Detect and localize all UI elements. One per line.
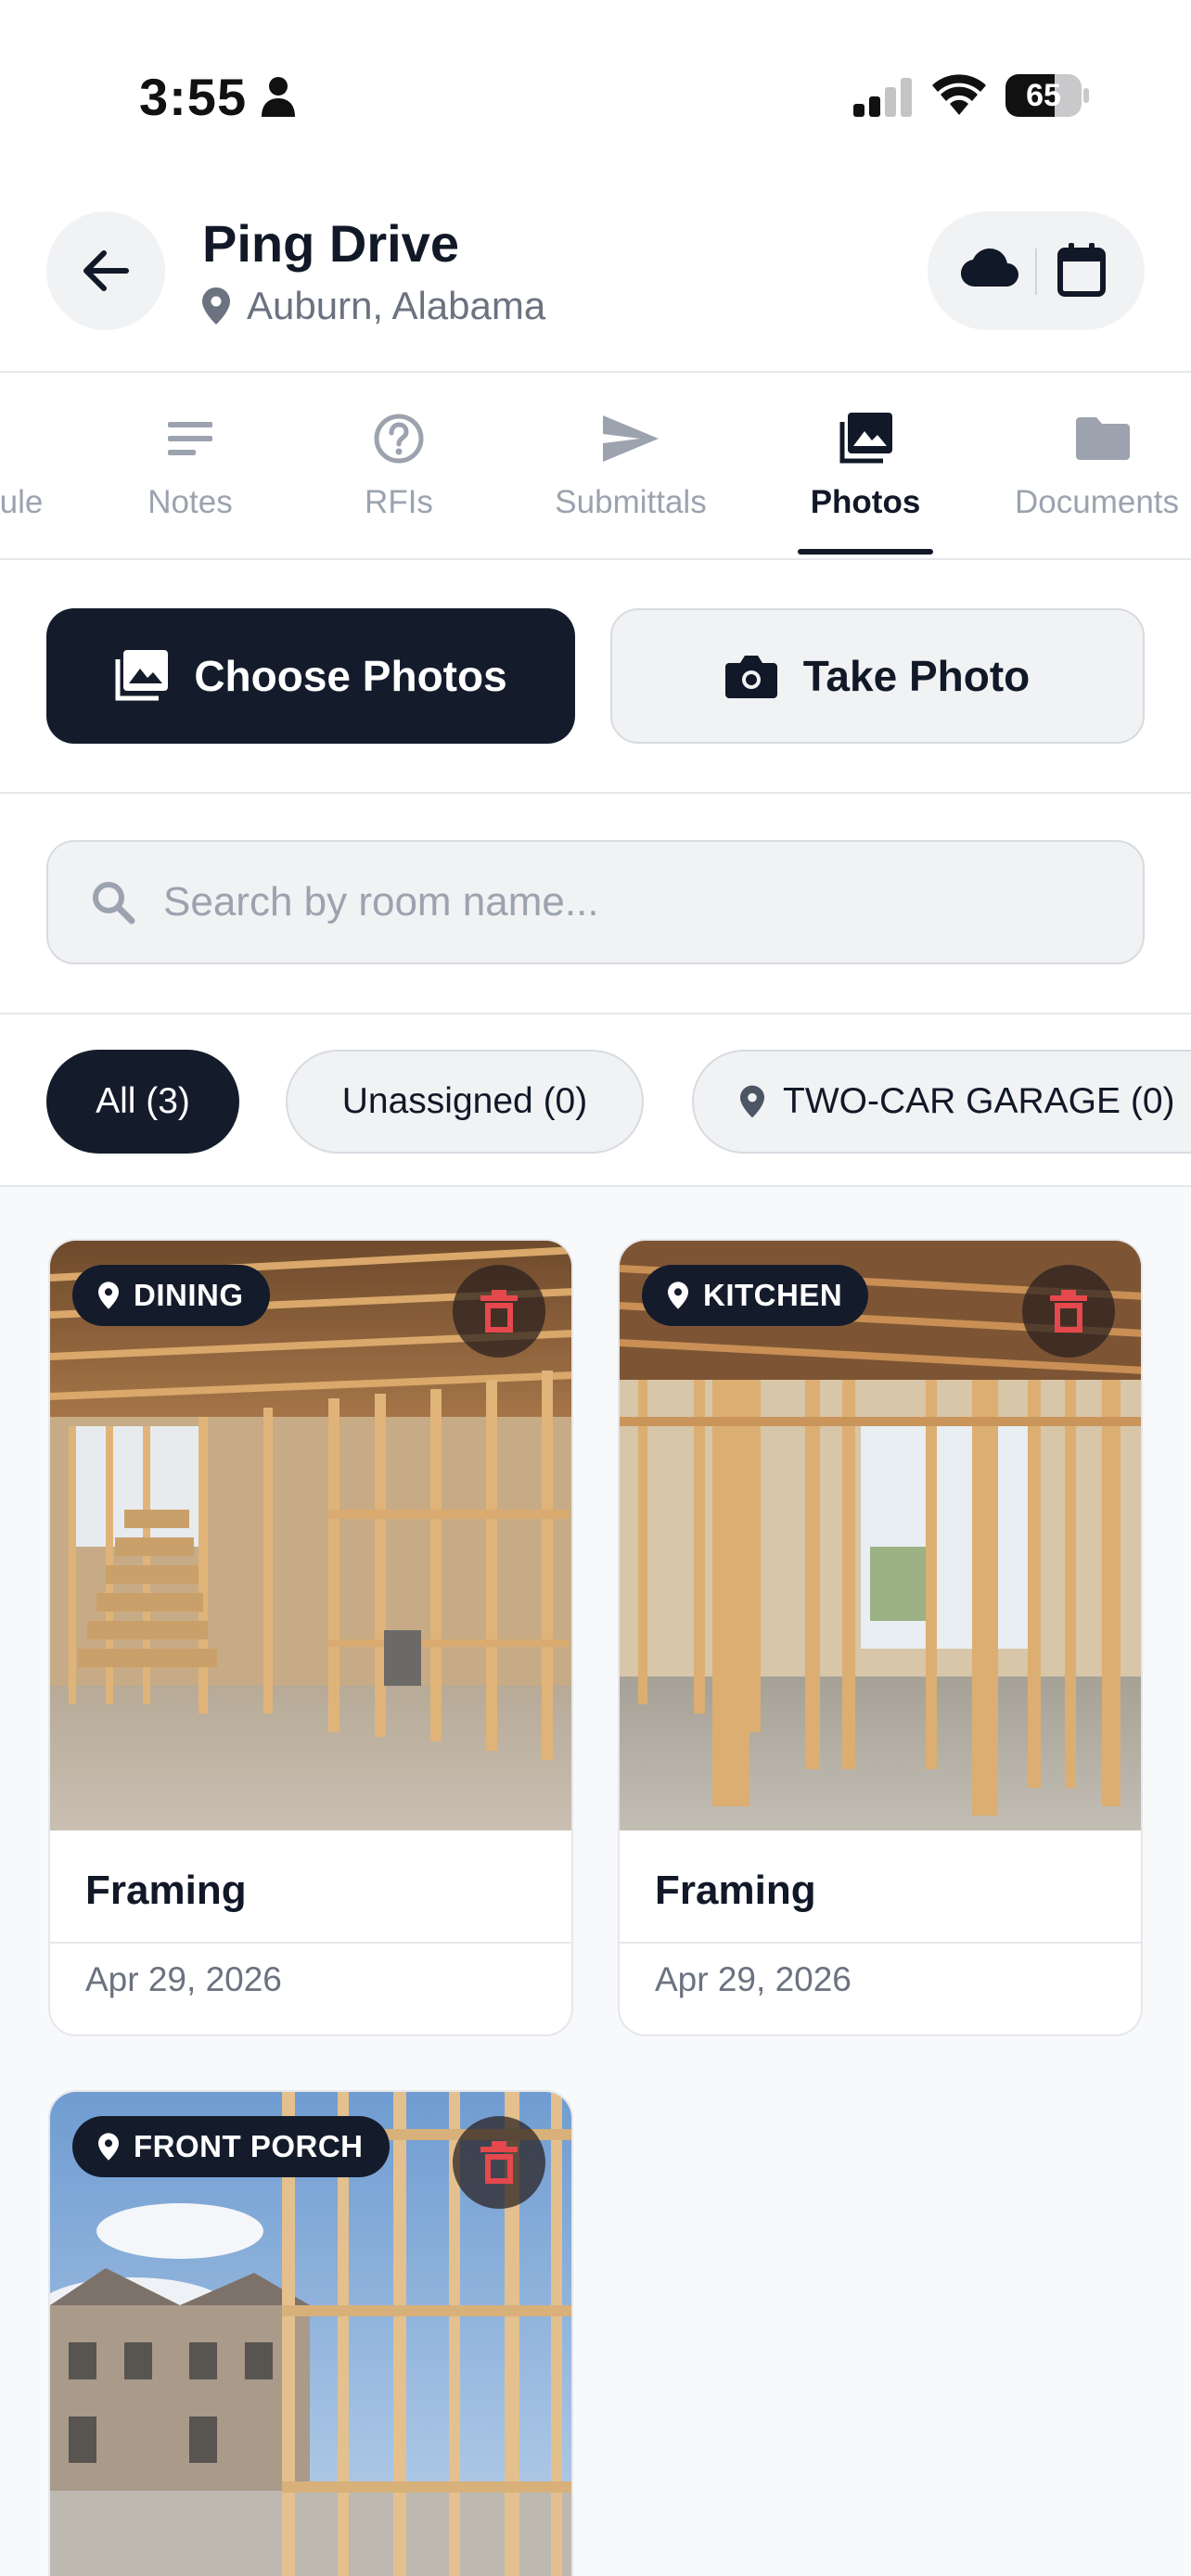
location-pin-icon: [668, 1282, 688, 1309]
arrow-left-icon: [83, 250, 129, 291]
header-actions: [928, 211, 1145, 330]
location-pin-icon: [98, 1282, 119, 1309]
photo-thumbnail[interactable]: DINING: [50, 1241, 571, 1830]
tab-photos[interactable]: Photos: [798, 410, 933, 521]
photo-title: Framing: [620, 1830, 1141, 1944]
active-tab-indicator: [798, 549, 933, 555]
photo-card[interactable]: DINING Framing Apr 29, 2026: [48, 1239, 573, 2036]
photo-card[interactable]: KITCHEN Framing Apr 29, 2026: [618, 1239, 1143, 2036]
photo-grid: DINING Framing Apr 29, 2026 KITCHEN Fram…: [0, 1187, 1191, 2576]
delete-photo-button[interactable]: [453, 2116, 545, 2209]
photo-title: Framing: [50, 1830, 571, 1944]
filter-chip-two-car-garage[interactable]: TWO-CAR GARAGE (0): [692, 1050, 1191, 1154]
room-badge-label: FRONT PORCH: [134, 2129, 364, 2163]
help-circle-icon: [374, 414, 424, 464]
battery-icon: 65: [1005, 74, 1089, 117]
filter-chip-all[interactable]: All (3): [46, 1050, 239, 1154]
folder-icon: [1076, 417, 1130, 460]
cellular-signal-icon: [853, 78, 912, 117]
delete-photo-button[interactable]: [453, 1265, 545, 1358]
tab-label: RFIs: [365, 484, 433, 520]
project-header: Ping Drive Auburn, Alabama: [0, 185, 1191, 373]
location-pin-icon: [98, 2133, 119, 2161]
choose-photos-button[interactable]: Choose Photos: [46, 608, 575, 744]
room-badge: KITCHEN: [642, 1265, 869, 1326]
tab-label: Submittals: [555, 484, 707, 520]
photo-card[interactable]: FRONT PORCH: [48, 2090, 573, 2576]
send-icon: [603, 415, 659, 462]
tab-notes[interactable]: Notes: [130, 410, 250, 521]
tab-label: Photos: [810, 484, 921, 520]
room-badge: FRONT PORCH: [72, 2116, 390, 2177]
trash-icon: [1050, 1290, 1087, 1333]
filter-chip-unassigned[interactable]: Unassigned (0): [286, 1050, 644, 1154]
person-icon: [262, 77, 295, 117]
take-photo-label: Take Photo: [802, 652, 1031, 700]
calendar-icon[interactable]: [1057, 243, 1106, 297]
room-badge-label: KITCHEN: [703, 1278, 843, 1312]
photo-thumbnail[interactable]: KITCHEN: [620, 1241, 1141, 1830]
filter-chip-label: TWO-CAR GARAGE (0): [783, 1081, 1175, 1121]
search-section: [0, 794, 1191, 1014]
location-pin-icon: [202, 287, 230, 325]
trash-icon: [480, 2141, 518, 2184]
project-location: Auburn, Alabama: [202, 284, 545, 328]
location-text: Auburn, Alabama: [247, 284, 546, 327]
photo-thumbnail[interactable]: FRONT PORCH: [50, 2092, 571, 2576]
tab-label: Documents: [1015, 484, 1180, 520]
choose-photos-label: Choose Photos: [194, 652, 507, 700]
tab-documents[interactable]: Documents: [1015, 410, 1191, 521]
trash-icon: [480, 1290, 518, 1333]
cloud-icon[interactable]: [961, 247, 1018, 287]
location-pin-icon: [740, 1085, 764, 1118]
back-button[interactable]: [46, 211, 165, 330]
tab-rfis[interactable]: RFIs: [343, 410, 455, 521]
search-bar[interactable]: [46, 840, 1145, 964]
photo-date: Apr 29, 2026: [655, 1960, 852, 1998]
page-title: Ping Drive: [202, 214, 459, 273]
battery-level: 65: [1026, 78, 1061, 113]
search-icon: [93, 882, 135, 925]
take-photo-button[interactable]: Take Photo: [610, 608, 1145, 744]
photo-date: Apr 29, 2026: [85, 1960, 282, 1998]
photos-icon: [839, 413, 892, 464]
photo-actions: Choose Photos Take Photo: [0, 560, 1191, 794]
delete-photo-button[interactable]: [1022, 1265, 1115, 1358]
photos-icon: [115, 650, 169, 701]
tab-label: ule: [0, 484, 44, 520]
section-tabs: ule Notes RFIs Submittals Photos Documen…: [0, 373, 1191, 560]
tab-label: Notes: [147, 484, 233, 520]
room-badge: DINING: [72, 1265, 270, 1326]
tab-submittals[interactable]: Submittals: [538, 410, 724, 521]
room-badge-label: DINING: [134, 1278, 244, 1312]
status-bar: 3:55 65: [0, 0, 1191, 185]
notes-icon: [168, 422, 212, 455]
search-input[interactable]: [163, 879, 998, 925]
wifi-icon: [932, 74, 986, 115]
camera-icon: [724, 656, 777, 698]
tab-schedule[interactable]: ule: [0, 410, 54, 521]
status-time: 3:55: [139, 68, 248, 126]
room-filters: All (3) Unassigned (0) TWO-CAR GARAGE (0…: [0, 1014, 1191, 1187]
